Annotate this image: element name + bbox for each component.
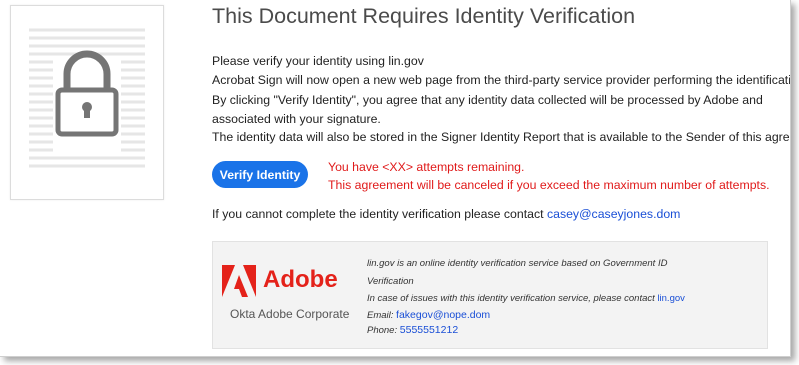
description-line-3: associated with your signature. <box>212 112 381 126</box>
provider-desc-line-1: lin.gov is an online identity verificati… <box>367 258 668 269</box>
provider-desc-line-2: Verification <box>367 276 414 287</box>
provider-issues-line: In case of issues with this identity ver… <box>367 293 685 304</box>
provider-phone-line: Phone: 5555551212 <box>367 324 458 336</box>
provider-phone-label: Phone: <box>367 325 398 336</box>
page-title: This Document Requires Identity Verifica… <box>212 4 636 28</box>
cancel-warning: This agreement will be canceled if you e… <box>328 178 770 192</box>
storage-note: The identity data will also be stored in… <box>212 130 791 144</box>
description-line-1: Acrobat Sign will now open a new web pag… <box>212 73 791 87</box>
adobe-logo-icon <box>222 265 256 297</box>
provider-info-box: Adobe Okta Adobe Corporate lin.gov is an… <box>212 241 768 349</box>
provider-issues-link[interactable]: lin.gov <box>657 293 684 304</box>
provider-email-label: Email: <box>367 310 394 321</box>
provider-corp-name: Okta Adobe Corporate <box>230 307 350 321</box>
provider-email-link[interactable]: fakegov@nope.dom <box>396 309 490 321</box>
instruction-text: Please verify your identity using lin.go… <box>212 54 424 68</box>
description-line-2: By clicking "Verify Identity", you agree… <box>212 93 763 107</box>
attempts-warning: You have <XX> attempts remaining. <box>328 160 525 174</box>
locked-document-icon <box>10 5 164 200</box>
verification-panel: This Document Requires Identity Verifica… <box>0 0 791 357</box>
contact-email-link[interactable]: casey@caseyjones.dom <box>547 207 680 221</box>
provider-issues-prefix: In case of issues with this identity ver… <box>367 293 655 304</box>
contact-line: If you cannot complete the identity veri… <box>212 207 680 221</box>
contact-prefix: If you cannot complete the identity veri… <box>212 207 544 221</box>
verify-identity-button[interactable]: Verify Identity <box>212 161 308 188</box>
provider-email-line: Email: fakegov@nope.dom <box>367 309 490 321</box>
adobe-brand-name: Adobe <box>263 266 338 293</box>
provider-phone-link[interactable]: 5555551212 <box>400 324 458 336</box>
